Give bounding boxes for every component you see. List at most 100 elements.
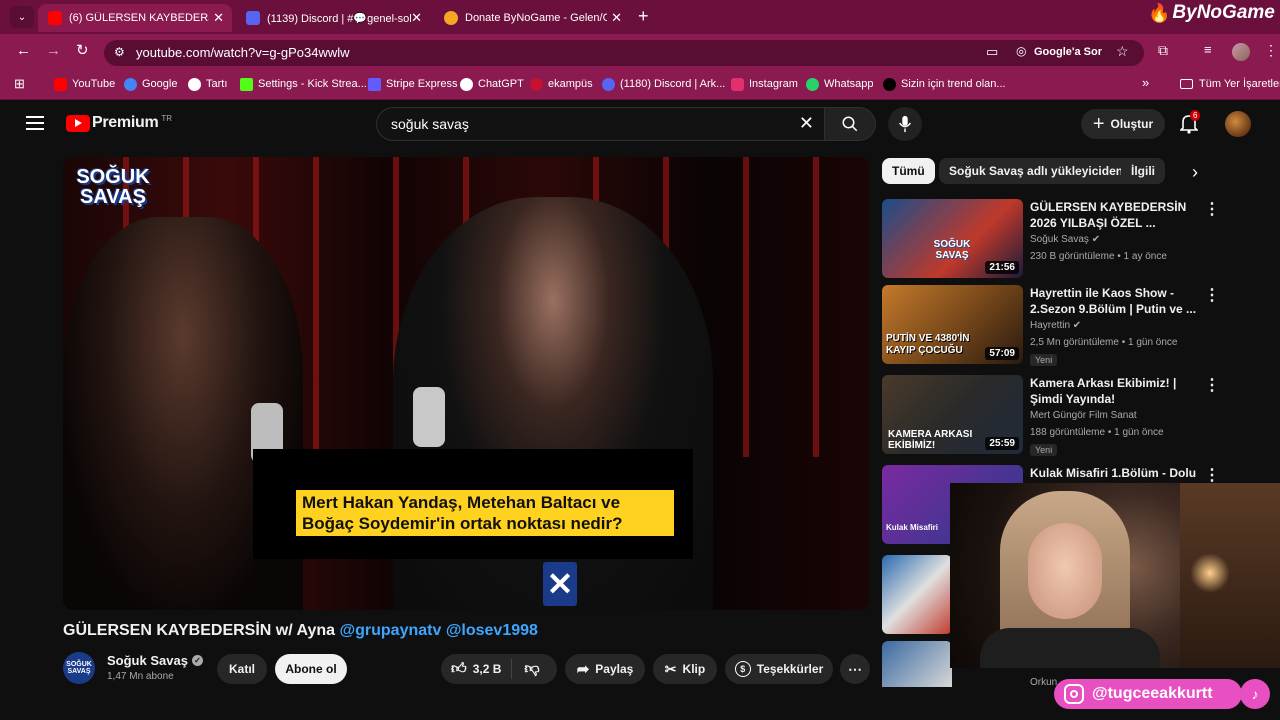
browser-tab[interactable]: (1139) Discord | #💬genel-soht ✕ [236,4,430,32]
tab-list-dropdown-button[interactable]: ⌄ [10,6,34,28]
thumbnail-text: Kulak Misafiri [886,523,939,532]
more-vertical-icon[interactable]: ⋮ [1204,375,1220,395]
recommended-channel[interactable]: Mert Güngör Film Sanat [1030,410,1137,421]
dislike-button[interactable]: 👎︎ [512,660,539,678]
share-button[interactable]: ➦ Paylaş [565,654,645,684]
create-button[interactable]: + Oluştur [1081,109,1165,139]
recommended-channel[interactable]: Hayrettin ✔ [1030,320,1081,331]
voice-search-button[interactable] [888,107,922,141]
more-vertical-icon[interactable]: ⋮ [1204,465,1220,485]
duration-badge: 57:09 [985,347,1019,360]
recommended-video[interactable]: SOĞUK SAVAŞ 21:56 GÜLERSEN KAYBEDERSİN 2… [882,199,1222,279]
apps-grid-icon[interactable]: ⊞ [14,76,25,92]
media-control-icon[interactable]: ≡ [1204,42,1212,57]
tiktok-icon [883,77,896,91]
chip-from-uploader[interactable]: Soğuk Savaş adlı yükleyiciden [939,158,1134,184]
new-badge: Yeni [1030,444,1058,456]
ekampus-icon [530,77,543,91]
recommended-video[interactable]: PUTİN VE 4380'İN KAYIP ÇOCUĞU 57:09 Hayr… [882,285,1222,366]
video-thumbnail[interactable] [882,555,952,634]
recommended-meta: 2,5 Mn görüntüleme • 1 gün önce [1030,337,1178,348]
mention-link[interactable]: @grupaynatv [340,622,442,639]
bookmark-discord[interactable]: (1180) Discord | Ark... [602,76,725,92]
video-thumbnail[interactable]: SOĞUK SAVAŞ 21:56 [882,199,1023,278]
new-tab-button[interactable]: + [638,6,649,27]
browser-tab-active[interactable]: (6) GÜLERSEN KAYBEDERSİN w/ ✕ [38,4,232,32]
chip-related[interactable]: İlgili [1121,158,1165,184]
subscribe-button[interactable]: Abone ol [275,654,347,684]
chip-all[interactable]: Tümü [882,158,935,184]
google-ask-button[interactable]: Google'a Sor [1034,46,1102,58]
google-lens-icon[interactable]: ◎ [1016,44,1026,58]
recommended-video[interactable]: KAMERA ARKASI EKİBİMİZ! 25:59 Kamera Ark… [882,375,1222,456]
join-button[interactable]: Katıl [217,654,267,684]
bookmark-instagram[interactable]: Instagram [731,76,798,92]
clip-button[interactable]: ✂ Klip [653,654,717,684]
recommended-title[interactable]: Kamera Arkası Ekibimiz! | Şimdi Yayında! [1030,375,1200,407]
streamer-shirt [980,628,1160,668]
thumbs-up-icon: 👍︎ [451,660,467,677]
video-thumbnail[interactable]: KAMERA ARKASI EKİBİMİZ! 25:59 [882,375,1023,454]
channel-name[interactable]: Soğuk Savaş ✓ [107,653,203,668]
search-input[interactable]: soğuk savaş ✕ [376,107,824,141]
all-bookmarks-folder[interactable]: Tüm Yer İşaretleri [1180,76,1280,92]
streamer-webcam-overlay [950,483,1280,668]
chevron-down-icon: ⌄ [17,11,27,23]
bookmark-chatgpt[interactable]: ChatGPT [460,76,524,92]
verified-icon: ✔ [1072,320,1082,331]
bookmark-star-icon[interactable]: ☆ [1116,43,1129,60]
tab-close-icon[interactable]: ✕ [411,10,422,26]
cast-icon[interactable]: ▭ [986,44,998,60]
more-bookmarks-icon[interactable]: » [1142,75,1149,90]
bookmark-google[interactable]: Google [124,76,177,92]
address-bar[interactable]: ⚙ youtube.com/watch?v=g-gPo34wwlw ▭ ◎ Go… [104,40,1144,66]
account-avatar[interactable] [1225,111,1251,137]
recommended-title[interactable]: GÜLERSEN KAYBEDERSİN 2026 YILBAŞI ÖZEL .… [1030,199,1200,231]
browser-tab[interactable]: Donate ByNoGame - Gelen/Gid ✕ [434,4,630,32]
hamburger-menu-icon[interactable] [26,116,44,130]
extensions-icon[interactable]: ⧉ [1158,42,1168,59]
channel-avatar[interactable]: SOĞUK SAVAŞ [63,652,95,684]
recommended-title[interactable]: Kulak Misafiri 1.Bölüm - Dolu [1030,465,1200,481]
profile-avatar[interactable] [1232,43,1250,61]
video-caption-banner: Mert Hakan Yandaş, Metehan Baltacı ve Bo… [296,490,674,536]
youtube-premium-logo[interactable]: Premium TR [66,114,172,132]
more-vertical-icon[interactable]: ⋮ [1204,285,1220,305]
clear-search-icon[interactable]: ✕ [799,113,814,134]
like-button[interactable]: 👍︎ 3,2 B [441,659,513,679]
more-actions-button[interactable]: ⋯ [840,654,870,684]
video-thumbnail[interactable]: PUTİN VE 4380'İN KAYIP ÇOCUĞU 57:09 [882,285,1023,364]
video-player[interactable]: Mert Hakan Yandaş, Metehan Baltacı ve Bo… [63,157,869,610]
reload-icon[interactable]: ↻ [76,41,89,59]
notifications-button[interactable]: 6 [1179,110,1202,136]
video-thumbnail[interactable] [882,641,952,687]
site-info-icon[interactable]: ⚙ [114,45,125,59]
search-button[interactable] [824,107,876,141]
bookmark-whatsapp[interactable]: Whatsapp [806,76,874,92]
browser-menu-icon[interactable]: ⋮ [1264,42,1278,59]
mention-link[interactable]: @losev1998 [446,622,538,639]
tab-close-icon[interactable]: ✕ [213,10,224,26]
recommended-channel[interactable]: Soğuk Savaş ✔ [1030,234,1100,245]
bookmark-youtube[interactable]: YouTube [54,76,115,92]
thanks-label: Teşekkürler [756,662,824,676]
more-vertical-icon[interactable]: ⋮ [1204,199,1220,219]
thanks-button[interactable]: $ Teşekkürler [725,654,833,684]
chips-next-icon[interactable]: › [1192,162,1198,183]
url-text[interactable]: youtube.com/watch?v=g-gPo34wwlw [136,45,350,60]
bookmark-label: Settings - Kick Strea... [258,78,367,90]
recommended-title[interactable]: Hayrettin ile Kaos Show - 2.Sezon 9.Bölü… [1030,285,1200,317]
bookmark-kick-settings[interactable]: Settings - Kick Strea... [240,76,367,92]
bookmark-ekampus[interactable]: ekampüs [530,76,593,92]
tab-close-icon[interactable]: ✕ [611,10,622,26]
bookmark-tiktok-trends[interactable]: Sizin için trend olan... [883,76,1006,92]
bynogame-flame-icon: 🔥 [1148,2,1171,23]
back-arrow-icon[interactable]: ← [16,42,31,59]
recommended-channel[interactable]: Orkun [1030,677,1057,688]
search-query: soğuk savaş [391,116,469,132]
thumbnail-text: SOĞUK SAVAŞ [933,239,971,261]
channel-text: Hayrettin [1030,320,1071,331]
forward-arrow-icon[interactable]: → [46,42,61,59]
bookmark-stripe[interactable]: Stripe Express [368,76,458,92]
bookmark-tarti[interactable]: Tartı [188,76,227,92]
